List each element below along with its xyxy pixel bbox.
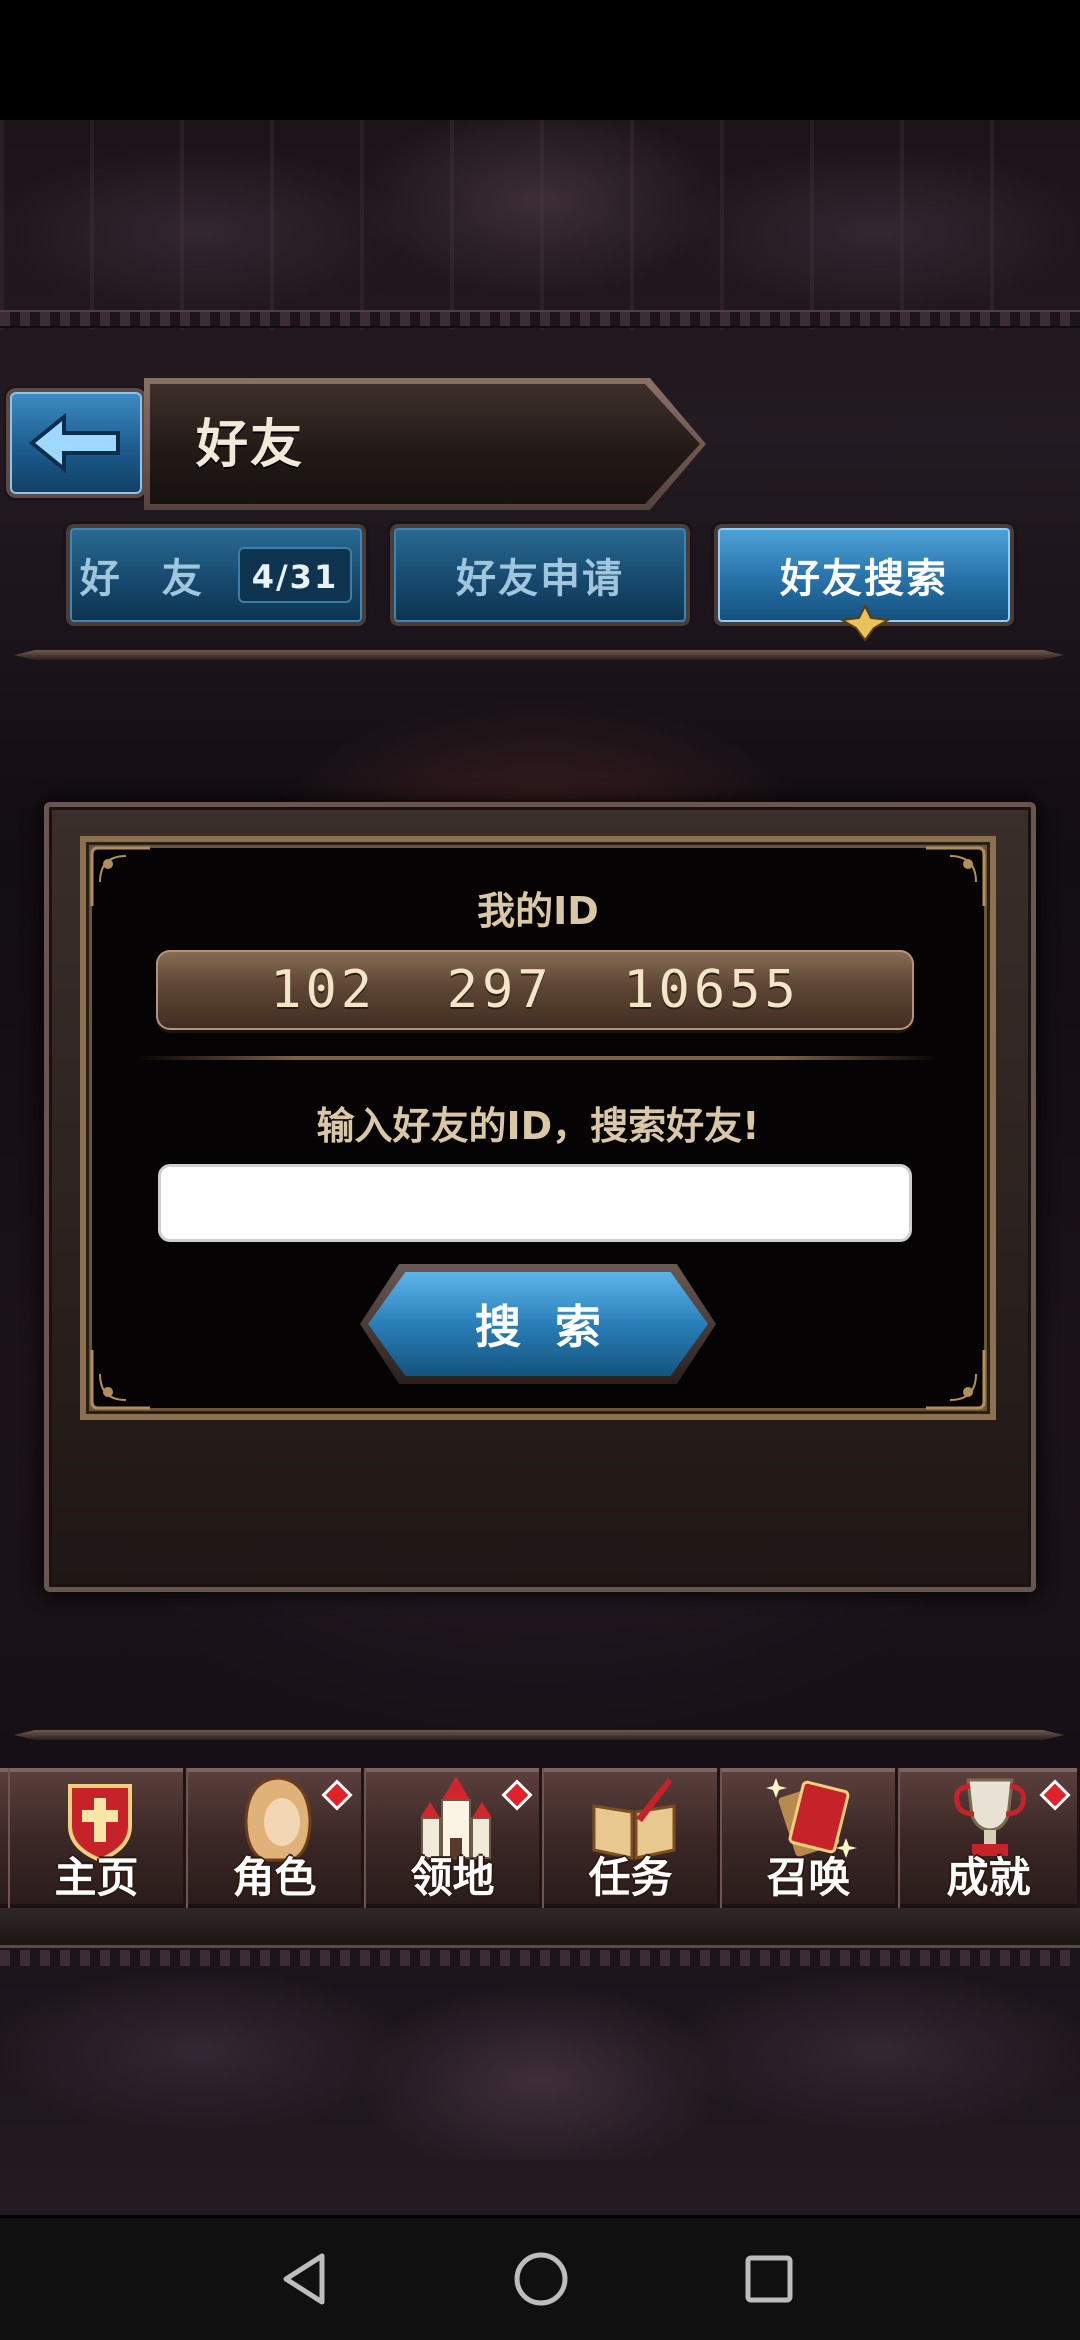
- my-id-value: 102 297 10655: [270, 960, 800, 1020]
- character-notification-badge: [321, 1779, 353, 1811]
- nav-label-summon: 召唤: [766, 1853, 851, 1902]
- search-button[interactable]: 搜索: [368, 1272, 708, 1376]
- page-title: 好友: [196, 415, 305, 475]
- nav-label-quests: 任务: [588, 1853, 673, 1902]
- nav-item-achievements[interactable]: 成就: [898, 1768, 1080, 1908]
- friend-count-badge: 4/31: [237, 547, 353, 603]
- achievements-notification-badge: [1039, 1779, 1071, 1811]
- nav-label-character: 角色: [232, 1853, 317, 1902]
- tab-friend-search-label: 好友搜索: [780, 556, 948, 602]
- system-nav-bar: [0, 2218, 1080, 2340]
- back-arrow-icon: [28, 413, 120, 473]
- recents-square-icon[interactable]: [734, 2244, 804, 2314]
- top-ornament: [0, 120, 1080, 330]
- tab-friend-requests[interactable]: 好友申请: [390, 524, 690, 626]
- my-id-plate: 102 297 10655: [156, 950, 914, 1030]
- nav-item-home[interactable]: 主页: [8, 1768, 186, 1908]
- search-button-label: 搜索: [475, 1300, 635, 1354]
- bottom-ornament-rail: [0, 1950, 1080, 1966]
- search-prompt: 输入好友的ID，搜索好友!: [316, 1104, 760, 1148]
- active-tab-star-icon: [840, 604, 890, 642]
- nav-item-quests[interactable]: 任务: [542, 1768, 720, 1908]
- tab-friends[interactable]: 好 友 4/31: [66, 524, 366, 626]
- nav-label-home: 主页: [54, 1853, 139, 1902]
- nav-bottom-rail: [0, 1908, 1080, 1948]
- friend-id-input[interactable]: [158, 1164, 912, 1242]
- tab-friends-label: 好 友: [79, 556, 216, 602]
- nav-item-summon[interactable]: 召唤: [720, 1768, 898, 1908]
- nav-top-rail: [14, 1730, 1064, 1740]
- top-ornament-rail: [0, 310, 1080, 328]
- status-bar: [0, 0, 1080, 120]
- back-button[interactable]: [6, 388, 146, 498]
- corner-ornament-icon: [86, 1344, 156, 1414]
- tab-divider: [14, 650, 1064, 660]
- nav-item-character[interactable]: 角色: [186, 1768, 364, 1908]
- corner-ornament-icon: [920, 1344, 990, 1414]
- panel-divider: [136, 1056, 940, 1060]
- my-id-label: 我的ID: [477, 889, 599, 933]
- nav-item-territory[interactable]: 领地: [364, 1768, 542, 1908]
- bottom-ornament: [0, 1960, 1080, 2160]
- nav-label-achievements: 成就: [946, 1853, 1031, 1902]
- nav-label-territory: 领地: [410, 1853, 495, 1902]
- back-triangle-icon[interactable]: [272, 2244, 342, 2314]
- territory-notification-badge: [501, 1779, 533, 1811]
- home-circle-icon[interactable]: [506, 2244, 576, 2314]
- tab-friend-requests-label: 好友申请: [456, 556, 624, 602]
